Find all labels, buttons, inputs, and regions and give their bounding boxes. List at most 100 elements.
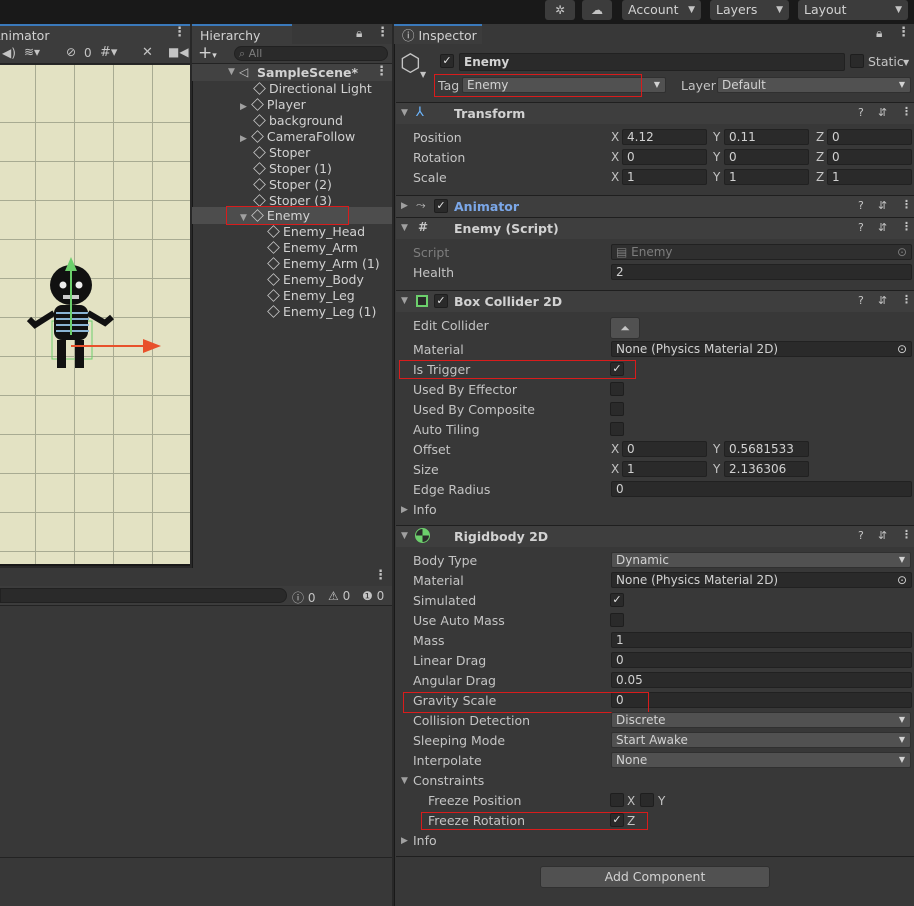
create-button[interactable]: +▾: [198, 43, 217, 63]
use-auto-mass-checkbox[interactable]: [610, 613, 624, 627]
more-options-icon[interactable]: ⋮: [901, 528, 912, 541]
more-options-icon[interactable]: ⋮: [901, 220, 912, 233]
list-item[interactable]: Enemy_Leg (1): [267, 304, 376, 320]
grid-icon[interactable]: #▾: [100, 45, 117, 60]
effects-icon[interactable]: ≋▾: [24, 45, 40, 59]
console-log-area[interactable]: [0, 606, 392, 858]
scene-row[interactable]: ▼ ◁ SampleScene* ⋮: [192, 64, 392, 81]
scale-x-field[interactable]: 1: [622, 169, 707, 185]
size-x-field[interactable]: 1: [622, 461, 707, 477]
enemy-script-header[interactable]: ▼ # Enemy (Script) ? ⇵ ⋮: [396, 217, 914, 239]
info-foldout-label[interactable]: Info: [413, 833, 437, 848]
layers-dropdown[interactable]: Layers ▼: [710, 0, 789, 20]
rigidbody-header[interactable]: ▼ Rigidbody 2D ? ⇵ ⋮: [396, 525, 914, 547]
object-picker-icon[interactable]: ⊙: [897, 573, 907, 587]
used-by-effector-checkbox[interactable]: [610, 382, 624, 396]
offset-y-field[interactable]: 0.5681533: [724, 441, 809, 457]
active-checkbox[interactable]: ✓: [440, 54, 454, 68]
services-icon[interactable]: ✲: [545, 0, 575, 20]
list-item[interactable]: Enemy_Arm: [267, 240, 358, 256]
rotation-x-field[interactable]: 0: [622, 149, 707, 165]
position-x-field[interactable]: 4.12: [622, 129, 707, 145]
list-item[interactable]: Enemy_Body: [267, 272, 364, 288]
chevron-right-icon[interactable]: ▶: [401, 836, 408, 846]
rotation-z-field[interactable]: 0: [827, 149, 912, 165]
box-collider-header[interactable]: ▼ ✓ Box Collider 2D ? ⇵ ⋮: [396, 290, 914, 312]
auto-tiling-checkbox[interactable]: [610, 422, 624, 436]
console-search-input[interactable]: [0, 588, 287, 603]
freeze-position-x-checkbox[interactable]: [610, 793, 624, 807]
position-y-field[interactable]: 0.11: [724, 129, 809, 145]
scale-z-field[interactable]: 1: [827, 169, 912, 185]
enemy-sprite[interactable]: [25, 255, 170, 375]
object-picker-icon[interactable]: ⊙: [897, 342, 907, 356]
warning-toggle[interactable]: ⚠ 0: [328, 589, 350, 603]
edit-collider-button[interactable]: ⏶: [610, 317, 640, 339]
hierarchy-search-input[interactable]: ⌕ All: [234, 46, 388, 61]
list-item[interactable]: ▶ CameraFollow: [240, 129, 355, 145]
list-item[interactable]: Enemy_Head: [267, 224, 365, 240]
list-item[interactable]: Enemy_Arm (1): [267, 256, 380, 272]
more-options-icon[interactable]: ⋮: [375, 64, 388, 79]
box-collider-enabled-checkbox[interactable]: ✓: [434, 294, 448, 308]
linear-drag-field[interactable]: 0: [611, 652, 912, 668]
position-z-field[interactable]: 0: [827, 129, 912, 145]
help-icon[interactable]: ?: [858, 221, 864, 234]
freeze-position-y-checkbox[interactable]: [640, 793, 654, 807]
help-icon[interactable]: ?: [858, 529, 864, 542]
mass-field[interactable]: 1: [611, 632, 912, 648]
layout-dropdown[interactable]: Layout ▼: [798, 0, 908, 20]
more-options-icon[interactable]: ⋮: [901, 105, 912, 118]
list-item[interactable]: Enemy_Leg: [267, 288, 355, 304]
chevron-down-icon[interactable]: ▼: [401, 531, 408, 541]
transform-header[interactable]: ▼ ⅄ Transform ? ⇵ ⋮: [396, 102, 914, 124]
interpolate-dropdown[interactable]: None ▼: [611, 752, 911, 768]
offset-x-field[interactable]: 0: [622, 441, 707, 457]
error-toggle[interactable]: ❶ 0: [362, 589, 384, 603]
sleeping-mode-dropdown[interactable]: Start Awake ▼: [611, 732, 911, 748]
account-dropdown[interactable]: Account ▼: [622, 0, 701, 20]
list-item[interactable]: Stoper: [253, 145, 310, 161]
size-y-field[interactable]: 2.136306: [724, 461, 809, 477]
animator-enabled-checkbox[interactable]: ✓: [434, 199, 448, 213]
more-options-icon[interactable]: ⋮: [374, 568, 387, 583]
list-item[interactable]: ▶ Player: [240, 97, 306, 113]
used-by-composite-checkbox[interactable]: [610, 402, 624, 416]
presets-icon[interactable]: ⇵: [878, 106, 887, 119]
tab-inspector[interactable]: ⓘ Inspector: [394, 24, 482, 44]
health-field[interactable]: 2: [611, 264, 912, 280]
lock-icon[interactable]: 🔒︎: [356, 26, 362, 41]
audio-icon[interactable]: ◀): [2, 46, 16, 60]
tab-animator[interactable]: Animator: [0, 24, 190, 44]
cloud-icon[interactable]: ☁: [582, 0, 612, 20]
chevron-right-icon[interactable]: ▶: [401, 201, 408, 211]
tab-hierarchy[interactable]: Hierarchy: [192, 24, 292, 44]
tools-icon[interactable]: ✕: [142, 45, 153, 60]
chevron-down-icon[interactable]: ▼: [401, 108, 408, 118]
list-item[interactable]: Stoper (1): [253, 161, 332, 177]
presets-icon[interactable]: ⇵: [878, 199, 887, 212]
chevron-down-icon[interactable]: ▼: [420, 70, 426, 79]
list-item[interactable]: background: [253, 113, 343, 129]
log-toggle[interactable]: ⓘ 0: [292, 589, 315, 606]
gravity-scale-field[interactable]: 0: [611, 692, 912, 708]
material-field[interactable]: None (Physics Material 2D) ⊙: [611, 572, 912, 588]
help-icon[interactable]: ?: [858, 294, 864, 307]
constraints-label[interactable]: Constraints: [413, 773, 484, 788]
chevron-right-icon[interactable]: ▶: [240, 102, 247, 112]
presets-icon[interactable]: ⇵: [878, 529, 887, 542]
presets-icon[interactable]: ⇵: [878, 221, 887, 234]
angular-drag-field[interactable]: 0.05: [611, 672, 912, 688]
help-icon[interactable]: ?: [858, 106, 864, 119]
lock-icon[interactable]: 🔒︎: [876, 26, 882, 41]
more-options-icon[interactable]: ⋮: [376, 25, 389, 40]
material-field[interactable]: None (Physics Material 2D) ⊙: [611, 341, 912, 357]
static-checkbox[interactable]: [850, 54, 864, 68]
more-options-icon[interactable]: ⋮: [897, 25, 910, 40]
chevron-down-icon[interactable]: ▼: [401, 776, 408, 786]
object-picker-icon[interactable]: ⊙: [897, 245, 907, 259]
body-type-dropdown[interactable]: Dynamic ▼: [611, 552, 911, 568]
list-item[interactable]: Stoper (2): [253, 177, 332, 193]
presets-icon[interactable]: ⇵: [878, 294, 887, 307]
camera-icon[interactable]: ■◀: [168, 45, 189, 59]
